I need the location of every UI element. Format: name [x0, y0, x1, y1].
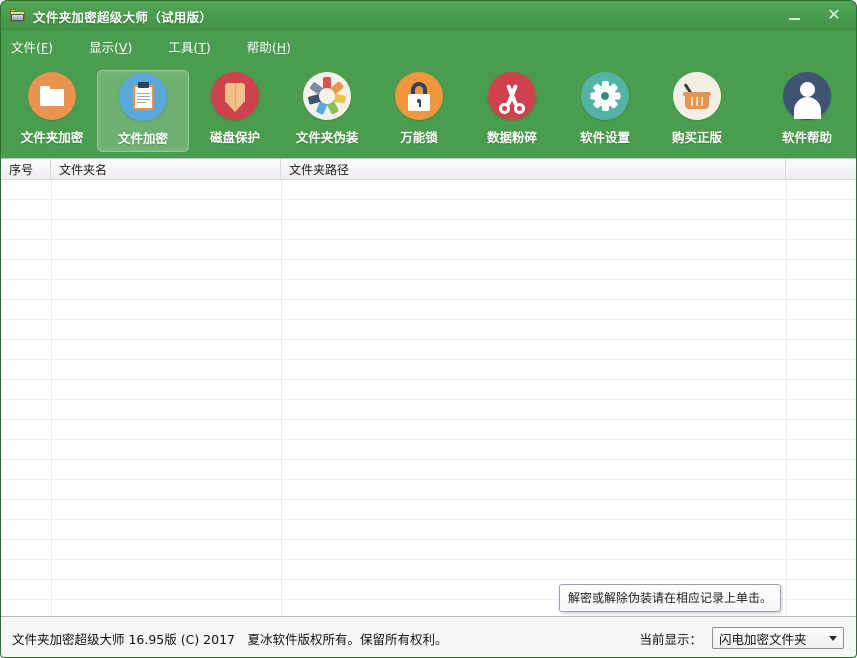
- table-row[interactable]: [1, 480, 856, 500]
- menu-item-help-label: 帮助: [246, 39, 272, 55]
- close-icon: ✕: [827, 5, 841, 24]
- table-row[interactable]: [1, 560, 856, 580]
- table-row[interactable]: [1, 440, 856, 460]
- shopping-basket-icon: [673, 72, 721, 120]
- column-header-index[interactable]: 序号: [1, 159, 51, 179]
- toolbar-button-help[interactable]: 软件帮助: [761, 70, 853, 152]
- menu-item-tools-mnemonic: T: [198, 39, 206, 55]
- menu-item-help[interactable]: 帮助(H): [247, 34, 291, 59]
- title-bar: 文件夹加密超级大师（试用版） ✕: [1, 1, 856, 31]
- table-row[interactable]: [1, 500, 856, 520]
- toolbar-button-purchase[interactable]: 购买正版: [651, 70, 743, 152]
- hint-tooltip: 解密或解除伪装请在相应记录上单击。: [559, 584, 782, 612]
- toolbar-button-file-encrypt[interactable]: 文件加密: [97, 70, 189, 152]
- close-button[interactable]: ✕: [814, 4, 854, 26]
- app-folder-lock-icon: [10, 9, 26, 23]
- toolbar-label-disk-protect: 磁盘保护: [209, 130, 260, 145]
- menu-item-tools-label: 工具: [168, 39, 194, 55]
- table-row[interactable]: [1, 340, 856, 360]
- folder-icon: [28, 72, 76, 120]
- current-display-value: 闪电加密文件夹: [719, 631, 807, 647]
- table-row[interactable]: [1, 380, 856, 400]
- toolbar-button-folder-encrypt[interactable]: 文件夹加密: [6, 70, 98, 152]
- table-row[interactable]: [1, 280, 856, 300]
- toolbar-button-data-shred[interactable]: 数据粉碎: [466, 70, 558, 152]
- list-body[interactable]: [1, 180, 856, 616]
- window-title: 文件夹加密超级大师（试用版）: [33, 9, 213, 25]
- table-row[interactable]: [1, 400, 856, 420]
- table-row[interactable]: [1, 180, 856, 200]
- toolbar-label-data-shred: 数据粉碎: [486, 130, 537, 145]
- shield-icon: [211, 72, 259, 120]
- column-divider-2: [281, 180, 282, 616]
- column-divider-1: [51, 180, 52, 616]
- table-row[interactable]: [1, 360, 856, 380]
- table-row[interactable]: [1, 300, 856, 320]
- minimize-button[interactable]: [774, 4, 814, 26]
- menu-bar: 文件(F) 显示(V) 工具(T) 帮助(H): [1, 31, 856, 61]
- table-row[interactable]: [1, 260, 856, 280]
- chevron-down-icon: [829, 636, 837, 641]
- color-wheel-icon: [303, 72, 351, 120]
- toolbar-label-file-encrypt: 文件加密: [117, 131, 168, 146]
- toolbar-button-master-lock[interactable]: 万能锁: [373, 70, 465, 152]
- column-divider-3: [786, 180, 787, 616]
- minimize-icon: [788, 17, 800, 20]
- toolbar-label-help: 软件帮助: [781, 130, 832, 145]
- toolbar-button-disk-protect[interactable]: 磁盘保护: [189, 70, 281, 152]
- table-row[interactable]: [1, 220, 856, 240]
- menu-item-tools[interactable]: 工具(T): [168, 34, 210, 59]
- current-display-dropdown[interactable]: 闪电加密文件夹: [712, 627, 844, 649]
- table-row[interactable]: [1, 540, 856, 560]
- toolbar: 文件夹加密 文件加密 磁盘保护 文件夹伪装 万能锁 数据粉碎 软件设置 购买正版…: [1, 61, 856, 158]
- status-bar: 文件夹加密超级大师 16.95版 (C) 2017 夏冰软件版权所有。保留所有权…: [1, 616, 856, 657]
- table-row[interactable]: [1, 240, 856, 260]
- toolbar-label-folder-disguise: 文件夹伪装: [295, 130, 359, 145]
- toolbar-label-folder-encrypt: 文件夹加密: [20, 130, 84, 145]
- table-row[interactable]: [1, 420, 856, 440]
- menu-item-view-label: 显示: [89, 39, 115, 55]
- padlock-icon: [395, 72, 443, 120]
- column-header-folder-name[interactable]: 文件夹名: [51, 159, 281, 179]
- column-header-extra[interactable]: [786, 159, 856, 179]
- menu-item-file-label: 文件: [11, 39, 37, 55]
- menu-item-view[interactable]: 显示(V): [89, 34, 132, 59]
- menu-item-help-mnemonic: H: [276, 39, 287, 55]
- status-bar-right: 当前显示： 闪电加密文件夹: [639, 627, 844, 649]
- toolbar-label-settings: 软件设置: [579, 130, 630, 145]
- table-row[interactable]: [1, 460, 856, 480]
- table-row[interactable]: [1, 520, 856, 540]
- table-row[interactable]: [1, 320, 856, 340]
- menu-item-file[interactable]: 文件(F): [11, 34, 53, 59]
- toolbar-button-settings[interactable]: 软件设置: [559, 70, 651, 152]
- current-display-label: 当前显示：: [639, 631, 702, 647]
- folder-list-view[interactable]: 序号 文件夹名 文件夹路径 解密或解除伪装请在相应记录上单击。: [1, 158, 856, 616]
- scissors-icon: [488, 72, 536, 120]
- application-window: 文件夹加密超级大师（试用版） ✕ 文件(F) 显示(V) 工具(T) 帮助(H): [0, 0, 857, 658]
- toolbar-button-folder-disguise[interactable]: 文件夹伪装: [281, 70, 373, 152]
- toolbar-label-master-lock: 万能锁: [400, 130, 438, 145]
- window-controls: ✕: [774, 3, 854, 27]
- table-row[interactable]: [1, 200, 856, 220]
- toolbar-label-purchase: 购买正版: [671, 130, 722, 145]
- column-header-folder-path[interactable]: 文件夹路径: [281, 159, 786, 179]
- gear-icon: [581, 72, 629, 120]
- copyright-text: 文件夹加密超级大师 16.95版 (C) 2017 夏冰软件版权所有。保留所有权…: [12, 631, 448, 647]
- clipboard-icon: [119, 73, 167, 121]
- list-header-row: 序号 文件夹名 文件夹路径: [1, 159, 856, 180]
- user-icon: [783, 72, 831, 120]
